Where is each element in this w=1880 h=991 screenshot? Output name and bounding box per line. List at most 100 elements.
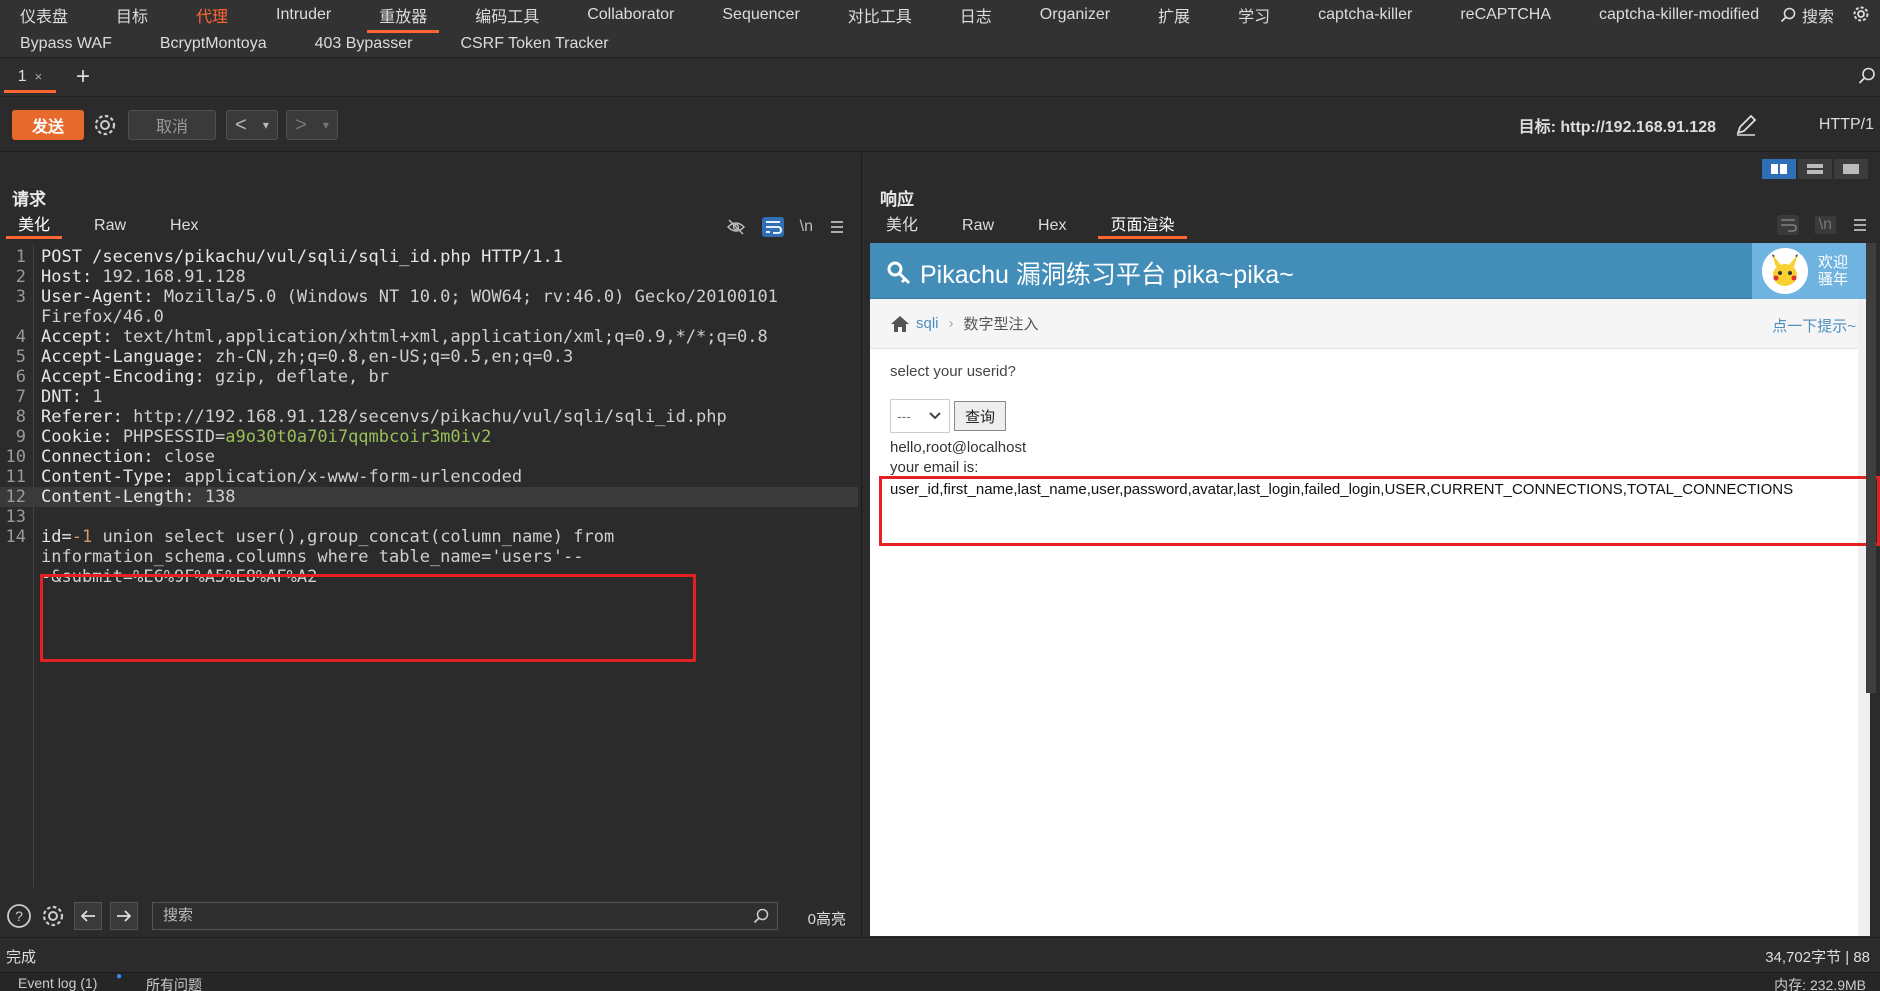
response-tab-1[interactable]: Raw	[950, 215, 1006, 239]
newline-toggle[interactable]: \n	[1814, 216, 1836, 234]
line-code: Accept-Language: zh-CN,zh;q=0.8,en-US;q=…	[41, 347, 574, 367]
request-editor[interactable]: 1 POST /secenvs/pikachu/vul/sqli/sqli_id.…	[0, 245, 858, 887]
search-prev-button[interactable]	[74, 902, 102, 930]
word-wrap-icon[interactable]	[1776, 215, 1799, 235]
cancel-button[interactable]: 取消	[128, 110, 216, 140]
nav-item-0[interactable]: 仪表盘	[20, 3, 68, 27]
breadcrumb-sqli-link[interactable]: sqli	[916, 315, 939, 332]
http-version[interactable]: HTTP/1	[1819, 110, 1874, 140]
search-icon[interactable]	[1858, 67, 1876, 85]
nav-item-6[interactable]: Collaborator	[587, 6, 674, 24]
line-code: id=-1 union select user(),group_concat(c…	[41, 527, 615, 547]
nav-item-2[interactable]: 403 Bypasser	[315, 35, 413, 53]
nav-item-8[interactable]: 对比工具	[848, 3, 912, 27]
close-icon[interactable]: ×	[35, 69, 43, 84]
request-line: 9 Cookie: PHPSESSID=a9o30t0a70i7qqmbcoir3…	[0, 427, 858, 447]
request-tab-0[interactable]: 美化	[6, 215, 63, 239]
search-placeholder: 搜索	[163, 907, 194, 924]
newline-toggle[interactable]: \n	[800, 218, 813, 236]
response-tab-0[interactable]: 美化	[874, 215, 930, 239]
single-pane-icon	[1843, 164, 1859, 174]
nav-item-14[interactable]: reCAPTCHA	[1460, 6, 1551, 24]
send-button[interactable]: 发送	[12, 110, 84, 140]
chevron-down-icon	[929, 412, 941, 420]
search-next-button[interactable]	[110, 902, 138, 930]
repeater-tab-1-label: 1	[17, 67, 27, 85]
userid-select-value: ---	[897, 408, 911, 424]
request-line: 2 Host: 192.168.91.128	[0, 267, 858, 287]
nav-item-13[interactable]: captcha-killer	[1318, 6, 1412, 24]
userid-select[interactable]: ---	[890, 399, 950, 433]
breadcrumb-separator-icon: ›	[948, 315, 954, 332]
request-payload-highlight-box	[40, 574, 696, 662]
add-tab-button[interactable]: +	[76, 63, 90, 91]
nav-item-12[interactable]: 学习	[1238, 3, 1270, 27]
breadcrumb-current: 数字型注入	[963, 316, 1039, 333]
nav-item-1[interactable]: BcryptMontoya	[160, 35, 267, 53]
request-tools: \n	[726, 215, 845, 239]
all-issues-link[interactable]: 所有问题	[146, 975, 202, 991]
repeater-tab-1[interactable]: 1 ×	[4, 63, 56, 93]
send-options-button[interactable]	[92, 110, 120, 140]
status-bar: 完成 34,702字节 | 88	[0, 937, 1880, 971]
nav-item-11[interactable]: 扩展	[1158, 3, 1190, 27]
response-view-tabs: 美化 Raw Hex 页面渲染	[874, 215, 1207, 239]
line-code: User-Agent: Mozilla/5.0 (Windows NT 10.0…	[41, 287, 778, 307]
request-view-tabs: 美化 Raw Hex	[6, 215, 230, 239]
line-number: 9	[15, 427, 26, 447]
help-icon[interactable]: ?	[6, 903, 32, 929]
user-menu[interactable]: 欢迎 骚年	[1752, 243, 1870, 299]
repeater-tab-strip: 1 × +	[0, 59, 1880, 97]
request-search-input[interactable]: 搜索	[152, 902, 778, 930]
layout-tabs-button[interactable]	[1834, 159, 1868, 179]
nav-item-7[interactable]: Sequencer	[722, 6, 799, 24]
hint-link[interactable]: 点一下提示~	[1772, 315, 1856, 336]
line-code: Content-Length: 138	[41, 487, 236, 507]
eye-off-icon[interactable]	[726, 218, 746, 236]
nav-item-4[interactable]: 重放器	[367, 3, 440, 33]
request-line: 13	[0, 507, 858, 527]
status-text: 完成	[6, 949, 37, 966]
word-wrap-icon[interactable]	[761, 217, 784, 237]
line-code: information_schema.columns where table_n…	[41, 547, 584, 567]
nav-item-5[interactable]: 编码工具	[475, 3, 539, 27]
hello-text: hello,root@localhost	[890, 439, 1027, 456]
nav-item-0[interactable]: Bypass WAF	[20, 35, 112, 53]
nav-item-1[interactable]: 目标	[116, 3, 148, 27]
request-tab-1[interactable]: Raw	[82, 215, 138, 239]
nav-item-15[interactable]: captcha-killer-modified	[1599, 6, 1759, 24]
menu-icon[interactable]	[829, 220, 845, 234]
nav-item-9[interactable]: 日志	[960, 3, 992, 27]
gear-icon[interactable]	[40, 903, 66, 929]
nav-item-3[interactable]: CSRF Token Tracker	[460, 35, 608, 53]
request-line: 12 Content-Length: 138	[0, 487, 858, 507]
home-icon[interactable]	[890, 315, 910, 333]
nav-item-10[interactable]: Organizer	[1040, 6, 1110, 24]
settings-gear-icon[interactable]	[1850, 3, 1872, 25]
target-label: 目标: http://192.168.91.128	[1519, 110, 1758, 140]
response-scrollbar[interactable]	[1866, 243, 1876, 693]
response-tab-2[interactable]: Hex	[1026, 215, 1078, 239]
back-button[interactable]: < ▾	[226, 110, 278, 140]
menu-icon[interactable]	[1852, 218, 1868, 232]
layout-stacked-button[interactable]	[1798, 159, 1832, 179]
response-tab-3[interactable]: 页面渲染	[1098, 215, 1187, 239]
forward-button[interactable]: > ▾	[286, 110, 338, 140]
search-icon	[1780, 7, 1796, 22]
nav-row-2: Bypass WAF BcryptMontoya 403 Bypasser CSRF …	[0, 29, 637, 58]
welcome-text: 欢迎 骚年	[1818, 254, 1848, 288]
layout-side-by-side-button[interactable]	[1762, 159, 1796, 179]
chevron-down-icon[interactable]: ▾	[263, 118, 269, 132]
edit-pencil-icon[interactable]	[1734, 113, 1758, 137]
chevron-down-icon[interactable]: ▾	[323, 118, 329, 132]
nav-item-3[interactable]: Intruder	[276, 6, 331, 24]
request-line: 6 Accept-Encoding: gzip, deflate, br	[0, 367, 858, 387]
request-tab-2[interactable]: Hex	[158, 215, 210, 239]
pikachu-title-text: Pikachu 漏洞练习平台 pika~pika~	[920, 261, 1294, 289]
line-number: 6	[15, 367, 26, 387]
query-button[interactable]: 查询	[954, 401, 1006, 431]
search-icon	[753, 908, 769, 924]
event-log-link[interactable]: Event log (1)	[18, 975, 97, 991]
nav-item-2[interactable]: 代理	[196, 3, 228, 27]
global-search[interactable]: 搜索	[1780, 0, 1834, 29]
